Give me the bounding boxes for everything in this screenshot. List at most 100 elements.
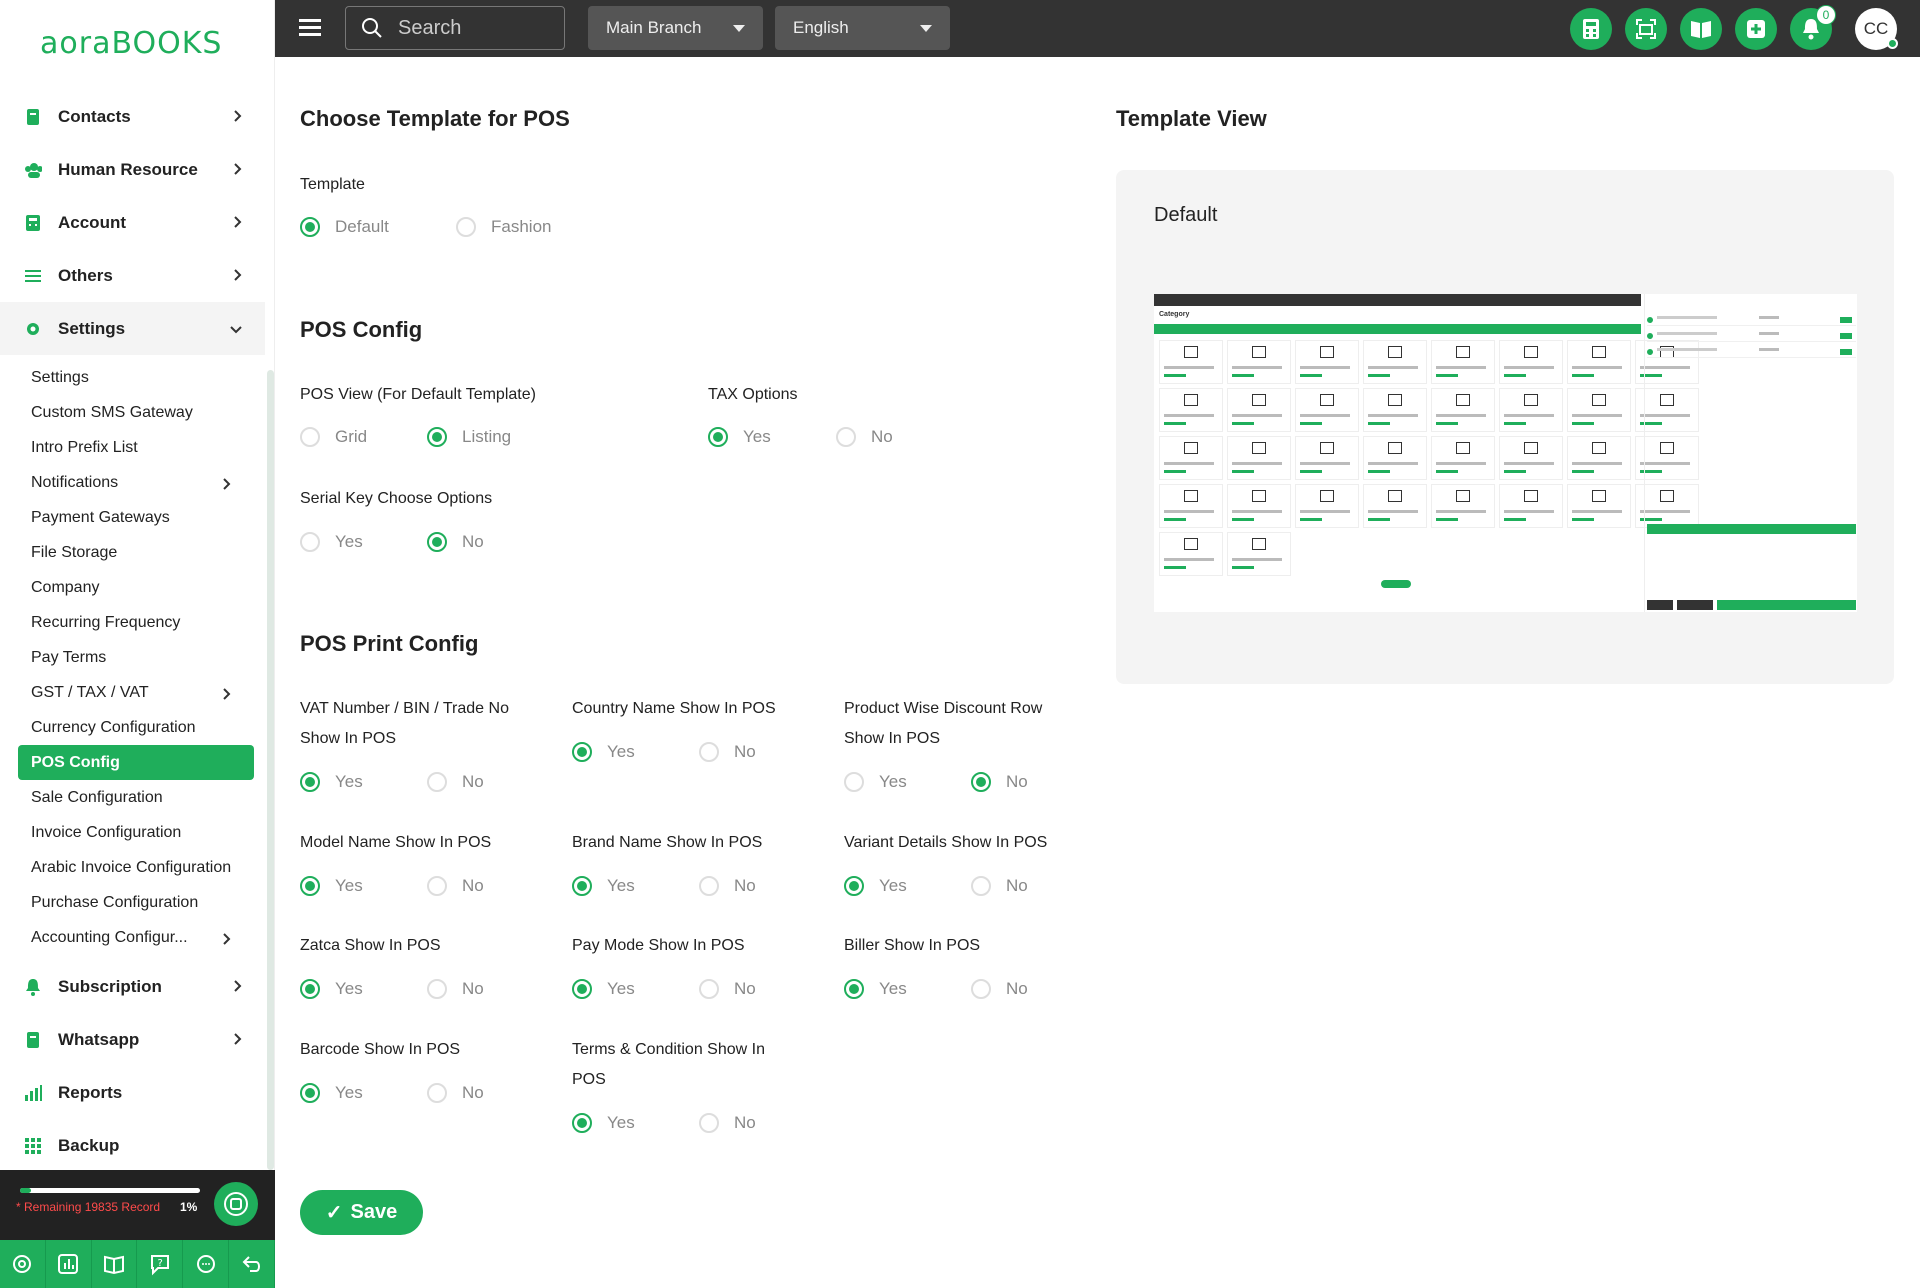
- paymode-no-radio[interactable]: No: [699, 979, 756, 999]
- country-no-radio[interactable]: No: [699, 742, 756, 762]
- subnav-file-storage[interactable]: File Storage: [18, 535, 254, 570]
- sidebar-item-label: Subscription: [58, 976, 162, 996]
- subnav-recurring-frequency[interactable]: Recurring Frequency: [18, 605, 254, 640]
- template-label: Template: [300, 176, 365, 193]
- branch-select[interactable]: Main Branch: [588, 6, 763, 50]
- subnav-custom-sms-gateway[interactable]: Custom SMS Gateway: [18, 395, 254, 430]
- search-input[interactable]: Search: [345, 6, 565, 50]
- sidebar-item-human-resource[interactable]: Human Resource: [0, 143, 265, 196]
- sidebar-item-backup[interactable]: Backup: [0, 1119, 265, 1172]
- gear-icon[interactable]: [0, 1240, 46, 1288]
- subnav-accounting-configuration[interactable]: Accounting Configur...: [18, 920, 254, 955]
- thumbnail-product-card: [1363, 436, 1427, 480]
- biller-yes-radio[interactable]: Yes: [844, 979, 907, 999]
- thumbnail-load-more: [1381, 580, 1411, 588]
- subnav-settings[interactable]: Settings: [18, 360, 254, 395]
- thumbnail-product-card: [1227, 484, 1291, 528]
- help-icon[interactable]: ?: [137, 1240, 184, 1288]
- grid-icon: [24, 1137, 42, 1155]
- footer-icon-bar: ?: [0, 1240, 275, 1288]
- pos-config-title: POS Config: [300, 317, 423, 342]
- chevron-right-icon: [233, 1031, 243, 1051]
- vat-no-radio[interactable]: No: [427, 772, 484, 792]
- zatca-no-radio[interactable]: No: [427, 979, 484, 999]
- sidebar-item-label: Reports: [58, 1082, 123, 1102]
- thumbnail-cart-panel: [1644, 294, 1857, 612]
- subnav-pay-terms[interactable]: Pay Terms: [18, 640, 254, 675]
- plus-icon: [1747, 20, 1765, 38]
- search-placeholder: Search: [398, 16, 462, 39]
- language-select[interactable]: English: [775, 6, 950, 50]
- thumbnail-product-card: [1159, 340, 1223, 384]
- logout-icon[interactable]: [229, 1240, 275, 1288]
- sidebar-item-others[interactable]: Others: [0, 249, 265, 302]
- chart-icon[interactable]: [46, 1240, 92, 1288]
- pos-button[interactable]: [1625, 8, 1667, 50]
- vat-yes-radio[interactable]: Yes: [300, 772, 363, 792]
- variant-no-radio[interactable]: No: [971, 876, 1028, 896]
- paymode-yes-radio[interactable]: Yes: [572, 979, 635, 999]
- tax-no-radio[interactable]: No: [836, 427, 893, 447]
- logo[interactable]: aoraBOOKS: [40, 26, 222, 61]
- thumbnail-topbar: [1154, 294, 1641, 306]
- subnav-currency-configuration[interactable]: Currency Configuration: [18, 710, 254, 745]
- variant-yes-radio[interactable]: Yes: [844, 876, 907, 896]
- remaining-records: * Remaining 19835 Record: [16, 1200, 161, 1214]
- discount-no-radio[interactable]: No: [971, 772, 1028, 792]
- thumbnail-product-card: [1499, 436, 1563, 480]
- hamburger-menu-icon[interactable]: [299, 19, 321, 37]
- subnav-company[interactable]: Company: [18, 570, 254, 605]
- template-default-radio[interactable]: Default: [300, 217, 389, 237]
- terms-yes-radio[interactable]: Yes: [572, 1113, 635, 1133]
- pos-template-thumbnail: Category: [1154, 294, 1857, 612]
- avatar[interactable]: CC: [1855, 8, 1898, 50]
- sidebar-item-subscription[interactable]: Subscription: [0, 960, 265, 1013]
- barcode-yes-radio[interactable]: Yes: [300, 1083, 363, 1103]
- subnav-payment-gateways[interactable]: Payment Gateways: [18, 500, 254, 535]
- terms-no-radio[interactable]: No: [699, 1113, 756, 1133]
- serial-no-radio[interactable]: No: [427, 532, 484, 552]
- tax-yes-radio[interactable]: Yes: [708, 427, 771, 447]
- sidebar-item-reports[interactable]: Reports: [0, 1066, 265, 1119]
- pos-view-grid-radio[interactable]: Grid: [300, 427, 367, 447]
- calculator-icon: [1583, 19, 1599, 39]
- sidebar-item-settings[interactable]: Settings: [0, 302, 265, 355]
- subnav-pos-config[interactable]: POS Config: [18, 745, 254, 780]
- thumbnail-product-card: [1227, 388, 1291, 432]
- serial-yes-radio[interactable]: Yes: [300, 532, 363, 552]
- subnav-arabic-invoice-configuration[interactable]: Arabic Invoice Configuration: [18, 850, 254, 885]
- vat-number-label: VAT Number / BIN / Trade No Show In POS: [300, 700, 509, 747]
- barcode-no-radio[interactable]: No: [427, 1083, 484, 1103]
- book-icon[interactable]: [92, 1240, 138, 1288]
- template-view-title: Template View: [1116, 106, 1267, 131]
- add-button[interactable]: [1735, 8, 1777, 50]
- calculator-button[interactable]: [1570, 8, 1612, 50]
- subnav-intro-prefix-list[interactable]: Intro Prefix List: [18, 430, 254, 465]
- book-button[interactable]: [1680, 8, 1722, 50]
- country-yes-radio[interactable]: Yes: [572, 742, 635, 762]
- save-button[interactable]: ✓ Save: [300, 1190, 423, 1235]
- sidebar-scrollbar[interactable]: [267, 370, 274, 1170]
- brand-yes-radio[interactable]: Yes: [572, 876, 635, 896]
- zatca-yes-radio[interactable]: Yes: [300, 979, 363, 999]
- model-yes-radio[interactable]: Yes: [300, 876, 363, 896]
- biller-no-radio[interactable]: No: [971, 979, 1028, 999]
- subnav-sale-configuration[interactable]: Sale Configuration: [18, 780, 254, 815]
- sidebar-item-account[interactable]: Account: [0, 196, 265, 249]
- brand-no-radio[interactable]: No: [699, 876, 756, 896]
- pos-view-listing-radio[interactable]: Listing: [427, 427, 511, 447]
- chevron-down-icon: [229, 320, 243, 340]
- model-no-radio[interactable]: No: [427, 876, 484, 896]
- subnav-purchase-configuration[interactable]: Purchase Configuration: [18, 885, 254, 920]
- notifications-button[interactable]: 0: [1790, 5, 1836, 50]
- storage-button[interactable]: [214, 1182, 258, 1226]
- sidebar-item-whatsapp[interactable]: Whatsapp: [0, 1013, 265, 1066]
- discount-yes-radio[interactable]: Yes: [844, 772, 907, 792]
- subnav-notifications[interactable]: Notifications: [18, 465, 254, 500]
- sidebar-item-contacts[interactable]: Contacts: [0, 90, 265, 143]
- subnav-invoice-configuration[interactable]: Invoice Configuration: [18, 815, 254, 850]
- chat-icon[interactable]: [183, 1240, 230, 1288]
- template-fashion-radio[interactable]: Fashion: [456, 217, 551, 237]
- subnav-gst-tax-vat[interactable]: GST / TAX / VAT: [18, 675, 254, 710]
- thumbnail-product-card: [1295, 340, 1359, 384]
